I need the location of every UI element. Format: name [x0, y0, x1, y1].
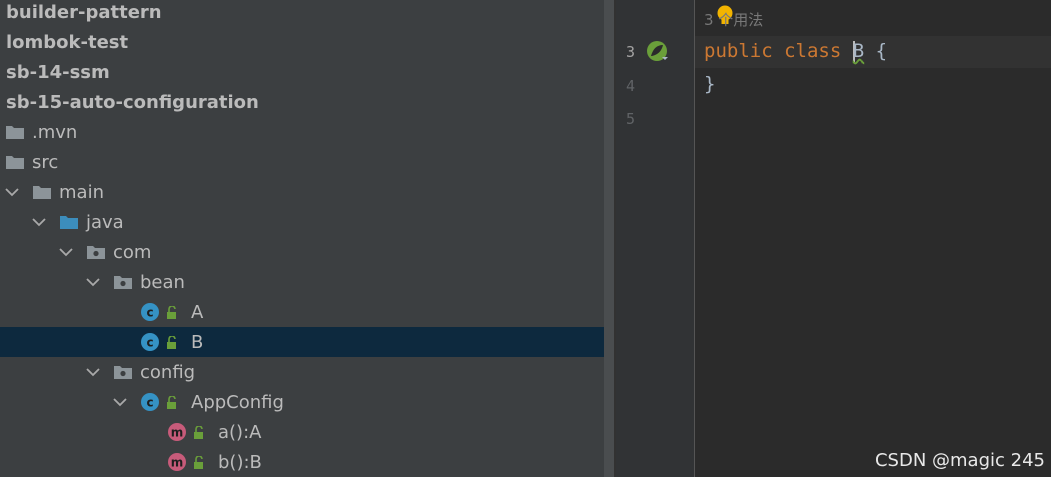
watermark: CSDN @magic 245	[874, 450, 1045, 471]
tree-item-label: java	[86, 211, 124, 233]
svg-text:c: c	[146, 336, 153, 350]
class-icon: c	[140, 392, 160, 412]
tree-item-label: b():B	[218, 451, 262, 473]
method-icon: m	[167, 452, 187, 472]
tree-item-label: sb-15-auto-configuration	[6, 91, 259, 113]
chevron-down-icon[interactable]	[111, 393, 129, 411]
tree-item-com-package[interactable]: com	[0, 237, 604, 267]
svg-text:c: c	[146, 306, 153, 320]
chevron-down-icon[interactable]	[84, 363, 102, 381]
unlocked-icon	[193, 455, 205, 469]
chevron-down-icon[interactable]	[3, 183, 21, 201]
tree-item-label: com	[113, 241, 152, 263]
tree-item-src-folder[interactable]: src	[0, 147, 604, 177]
tree-item-main-folder[interactable]: main	[0, 177, 604, 207]
keyword-class: class	[784, 40, 842, 62]
svg-text:m: m	[171, 456, 184, 470]
unlocked-icon	[166, 305, 178, 319]
code-line-class-declaration: public class B {	[704, 40, 887, 63]
method-icon: m	[167, 422, 187, 442]
tree-item-method-a[interactable]: m a():A	[0, 417, 604, 447]
tree-item-method-b[interactable]: m b():B	[0, 447, 604, 477]
tree-item-label: B	[191, 331, 204, 353]
svg-text:m: m	[171, 426, 184, 440]
svg-text:c: c	[146, 396, 153, 410]
tree-item-label: .mvn	[32, 121, 78, 143]
tree-item-label: config	[140, 361, 196, 383]
class-icon: c	[140, 302, 160, 322]
chevron-down-icon[interactable]	[57, 243, 75, 261]
project-tree: builder-pattern lombok-test sb-14-ssm sb…	[0, 0, 604, 477]
tree-item-class-a[interactable]: c A	[0, 297, 604, 327]
tree-item-mvn-folder[interactable]: .mvn	[0, 117, 604, 147]
package-icon	[86, 242, 106, 262]
keyword-public: public	[704, 40, 773, 62]
chevron-down-icon[interactable]	[30, 213, 48, 231]
open-brace: {	[875, 40, 888, 62]
line-number: 3	[626, 43, 636, 61]
tree-item-label: bean	[140, 271, 185, 293]
tree-item-sb-14-ssm[interactable]: sb-14-ssm	[0, 57, 604, 87]
tree-item-class-b[interactable]: c B	[0, 327, 604, 357]
unlocked-icon	[166, 395, 178, 409]
tree-item-label: A	[191, 301, 204, 323]
line-number: 4	[626, 77, 636, 95]
tree-item-label: a():A	[218, 421, 262, 443]
package-icon	[113, 272, 133, 292]
line-number: 5	[626, 110, 636, 128]
code-editor[interactable]	[695, 0, 1051, 477]
spring-bean-gutter-icon[interactable]	[646, 40, 670, 64]
code-line-closing-brace: }	[704, 73, 716, 95]
tree-item-label: src	[32, 151, 59, 173]
tree-item-builder-pattern[interactable]: builder-pattern	[0, 0, 604, 27]
tree-item-label: lombok-test	[6, 31, 129, 53]
tree-item-lombok-test[interactable]: lombok-test	[0, 27, 604, 57]
folder-icon	[5, 152, 25, 172]
tree-item-config-package[interactable]: config	[0, 357, 604, 387]
unlocked-icon	[193, 425, 205, 439]
class-name: B	[852, 40, 865, 62]
chevron-down-icon[interactable]	[84, 273, 102, 291]
tree-item-label: AppConfig	[191, 391, 284, 413]
tree-item-java-folder[interactable]: java	[0, 207, 604, 237]
tree-item-label: builder-pattern	[6, 1, 162, 23]
class-icon: c	[140, 332, 160, 352]
tree-item-sb-15-auto-configuration[interactable]: sb-15-auto-configuration	[0, 87, 604, 117]
package-icon	[113, 362, 133, 382]
tree-item-label: sb-14-ssm	[6, 61, 110, 83]
folder-icon	[5, 122, 25, 142]
tree-item-bean-package[interactable]: bean	[0, 267, 604, 297]
source-folder-icon	[59, 212, 79, 232]
usages-hint[interactable]: 3 个用法	[704, 9, 763, 30]
folder-icon	[32, 182, 52, 202]
tree-item-label: main	[59, 181, 104, 203]
tree-item-class-appconfig[interactable]: c AppConfig	[0, 387, 604, 417]
editor-gutter	[616, 0, 694, 477]
unlocked-icon	[166, 335, 178, 349]
